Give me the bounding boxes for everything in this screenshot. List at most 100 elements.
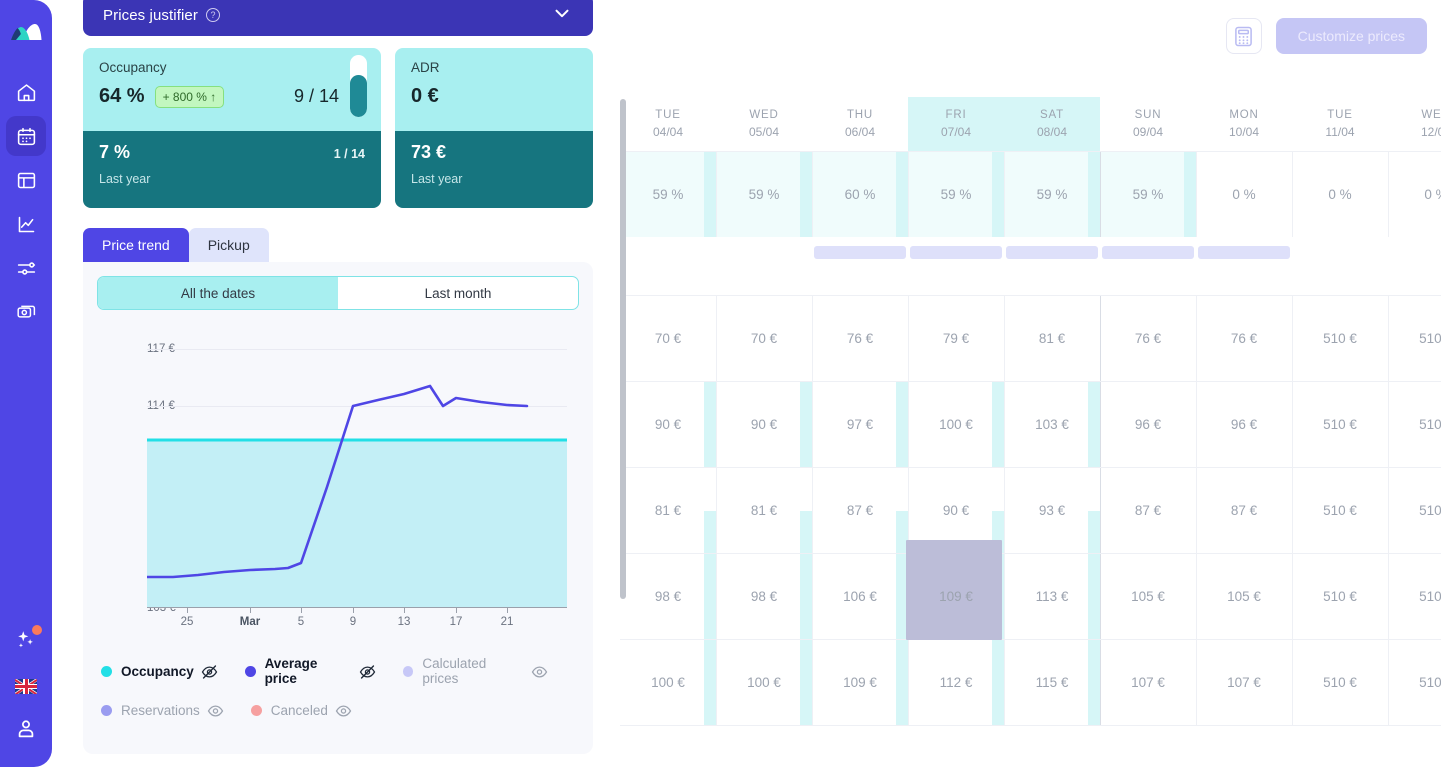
chevron-down-icon[interactable] (551, 2, 573, 29)
calendar-cell-occupancy[interactable]: 59 % (1100, 152, 1196, 237)
calendar-cell-price[interactable]: 87 € (1196, 468, 1292, 553)
calendar-cell-price[interactable]: 76 € (1196, 296, 1292, 381)
sidebar-item-account[interactable] (15, 718, 37, 745)
calendar-cell-price[interactable]: 510 € (1388, 468, 1441, 553)
calendar-header-cell[interactable]: WED 05/04 (716, 97, 812, 151)
calendar-cell-price[interactable]: 76 € (1100, 296, 1196, 381)
eye-icon[interactable] (207, 704, 224, 717)
calendar-cell-occupancy[interactable]: 0 % (1196, 152, 1292, 237)
legend-item-occupancy[interactable]: Occupancy (101, 664, 218, 679)
prices-justifier-header[interactable]: Prices justifier ? (83, 0, 593, 36)
calendar-cell-price[interactable]: 98 € (716, 554, 812, 639)
calendar-cell-price[interactable]: 81 € (620, 468, 716, 553)
calendar-cell-price[interactable]: 105 € (1196, 554, 1292, 639)
question-circle-icon[interactable]: ? (205, 8, 220, 22)
calendar-cell-price[interactable]: 79 € (908, 296, 1004, 381)
sidebar-item-language[interactable] (15, 679, 37, 694)
calendar-cell-price[interactable]: 510 € (1388, 382, 1441, 467)
calculator-button[interactable] (1225, 18, 1262, 54)
calendar-cell-price[interactable]: 510 € (1388, 296, 1441, 381)
calendar-cell-price[interactable]: 90 € (716, 382, 812, 467)
calendar-cell-price[interactable]: 98 € (620, 554, 716, 639)
calendar-cell-price[interactable]: 100 € (620, 640, 716, 725)
legend-item-reservations[interactable]: Reservations (101, 703, 224, 718)
calendar-cell-price[interactable]: 81 € (716, 468, 812, 553)
calendar-vertical-scrollbar[interactable] (620, 99, 626, 599)
range-all-dates[interactable]: All the dates (98, 277, 338, 309)
calendar-cell-price[interactable]: 81 € (1004, 296, 1100, 381)
sidebar-item-revenue[interactable] (6, 292, 46, 332)
eye-off-icon[interactable] (201, 664, 218, 679)
reservation-bar[interactable] (1006, 246, 1098, 259)
calendar-header-cell[interactable]: FRI 07/04 (908, 97, 1004, 151)
calendar-header-cell[interactable]: TUE 11/04 (1292, 97, 1388, 151)
calendar-cell-occupancy[interactable]: 60 % (812, 152, 908, 237)
calendar-cell-price[interactable]: 107 € (1100, 640, 1196, 725)
calendar-header-cell[interactable]: SAT 08/04 (1004, 97, 1100, 151)
calendar-cell-price[interactable]: 510 € (1292, 296, 1388, 381)
calendar-cell-price[interactable]: 106 € (812, 554, 908, 639)
legend-item-canceled[interactable]: Canceled (250, 703, 352, 718)
sidebar-item-settings[interactable] (6, 248, 46, 288)
calendar-cell-price[interactable]: 112 € (908, 640, 1004, 725)
calendar-cell-price[interactable]: 96 € (1100, 382, 1196, 467)
calendar-cell-price[interactable]: 87 € (812, 468, 908, 553)
calendar-header-cell[interactable]: SUN 09/04 (1100, 97, 1196, 151)
calendar-cell-price[interactable]: 510 € (1388, 554, 1441, 639)
sidebar-item-dashboard[interactable] (6, 160, 46, 200)
calendar-cell-price[interactable]: 70 € (620, 296, 716, 381)
sidebar-item-home[interactable] (6, 72, 46, 112)
eye-icon[interactable] (335, 704, 352, 717)
eye-icon[interactable] (531, 665, 548, 678)
calendar-cell-price[interactable]: 113 € (1004, 554, 1100, 639)
calendar-cell-price[interactable]: 96 € (1196, 382, 1292, 467)
mountain-logo[interactable] (9, 18, 43, 46)
calendar-cell-occupancy[interactable]: 0 % (1388, 152, 1441, 237)
sidebar-item-analytics[interactable] (6, 204, 46, 244)
calendar-date: 06/04 (844, 125, 876, 139)
calendar-header-cell[interactable]: TUE 04/04 (620, 97, 716, 151)
tab-pickup[interactable]: Pickup (188, 228, 269, 262)
calendar-cell-price[interactable]: 115 € (1004, 640, 1100, 725)
calendar-cell-price[interactable]: 510 € (1292, 640, 1388, 725)
sidebar-item-assistant[interactable] (11, 625, 42, 655)
calendar-cell-price[interactable]: 510 € (1388, 640, 1441, 725)
adr-card: ADR 0 € 73 € Last year (395, 48, 593, 208)
calendar-cell-occupancy[interactable]: 0 % (1292, 152, 1388, 237)
range-last-month[interactable]: Last month (338, 277, 578, 309)
legend-item-calculated-prices[interactable]: Calculated prices (402, 656, 548, 686)
customize-prices-button[interactable]: Customize prices (1275, 18, 1427, 54)
eye-off-icon[interactable] (359, 664, 375, 679)
calendar-header-cell[interactable]: MON 10/04 (1196, 97, 1292, 151)
reservation-bar[interactable] (1102, 246, 1194, 259)
reservation-bar[interactable] (910, 246, 1002, 259)
calendar-header-cell[interactable]: WED 12/04 (1388, 97, 1441, 151)
sidebar-item-calendar[interactable] (6, 116, 46, 156)
calendar-cell-price[interactable]: 90 € (620, 382, 716, 467)
tab-price-trend[interactable]: Price trend (83, 228, 189, 262)
calendar-cell-price[interactable]: 510 € (1292, 468, 1388, 553)
calendar-cell-price[interactable]: 76 € (812, 296, 908, 381)
calendar-cell-price[interactable]: 87 € (1100, 468, 1196, 553)
calendar-cell-price[interactable]: 93 € (1004, 468, 1100, 553)
calendar-cell-price[interactable]: 97 € (812, 382, 908, 467)
calendar-cell-price[interactable]: 510 € (1292, 554, 1388, 639)
calendar-cell-price[interactable]: 100 € (716, 640, 812, 725)
cell-value: 100 € (939, 417, 973, 432)
calendar-date: 09/04 (1132, 125, 1164, 139)
reservation-bar[interactable] (814, 246, 906, 259)
calendar-cell-price[interactable]: 105 € (1100, 554, 1196, 639)
calendar-header-cell[interactable]: THU 06/04 (812, 97, 908, 151)
reservation-bar[interactable] (1198, 246, 1290, 259)
calendar-cell-occupancy[interactable]: 59 % (908, 152, 1004, 237)
calendar-cell-occupancy[interactable]: 59 % (716, 152, 812, 237)
legend-item-average-price[interactable]: Average price (244, 656, 375, 686)
calendar-cell-price[interactable]: 510 € (1292, 382, 1388, 467)
calendar-cell-price[interactable]: 70 € (716, 296, 812, 381)
calendar-cell-price[interactable]: 100 € (908, 382, 1004, 467)
calendar-cell-price[interactable]: 103 € (1004, 382, 1100, 467)
calendar-cell-occupancy[interactable]: 59 % (620, 152, 716, 237)
calendar-cell-price[interactable]: 107 € (1196, 640, 1292, 725)
calendar-cell-price[interactable]: 109 € (812, 640, 908, 725)
calendar-cell-occupancy[interactable]: 59 % (1004, 152, 1100, 237)
